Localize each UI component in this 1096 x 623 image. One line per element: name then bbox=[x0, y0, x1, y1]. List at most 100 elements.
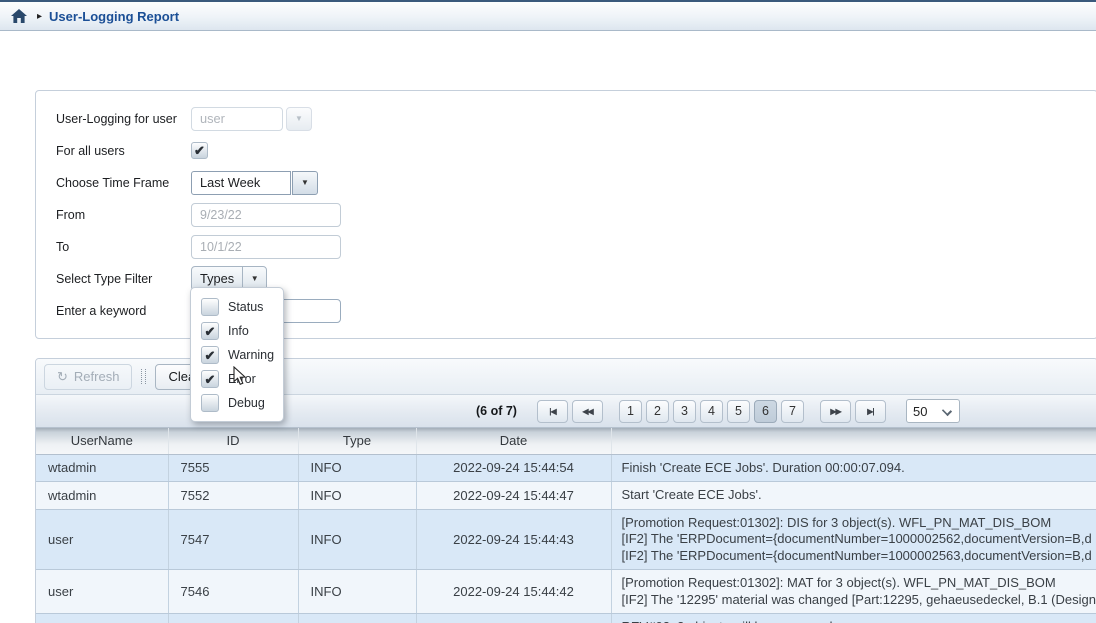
cell-id: 7545 bbox=[168, 614, 298, 623]
from-date-input bbox=[191, 203, 341, 227]
type-option-label: Info bbox=[228, 324, 249, 338]
cell-id: 7546 bbox=[168, 570, 298, 614]
page-report: (6 of 7) bbox=[476, 404, 517, 418]
type-option-status[interactable]: Status bbox=[191, 295, 283, 319]
chevron-down-icon bbox=[942, 406, 952, 416]
cell-type: INFO bbox=[298, 614, 416, 623]
previous-page-icon: ◀◀ bbox=[582, 407, 592, 416]
cell-username: user bbox=[36, 570, 168, 614]
form-row-all-users: For all users ✔ bbox=[56, 138, 1096, 163]
cell-date: 2022-09-24 15:44:54 bbox=[416, 454, 611, 482]
user-select-value: user bbox=[191, 107, 283, 131]
cell-username: wtadmin bbox=[36, 482, 168, 510]
refresh-icon: ↻ bbox=[57, 370, 68, 383]
table-row: user 7545 INFO 2022-09-24 15:43:36 REV#0… bbox=[36, 614, 1096, 623]
types-dropdown-panel: Status ✔ Info ✔ Warning ✔ Error Debug bbox=[190, 287, 284, 422]
header-message bbox=[611, 428, 1096, 454]
breadcrumb-separator-icon: ▸ bbox=[37, 11, 42, 22]
table-row: wtadmin 7555 INFO 2022-09-24 15:44:54 Fi… bbox=[36, 454, 1096, 482]
header-username: UserName bbox=[36, 428, 168, 454]
header-id: ID bbox=[168, 428, 298, 454]
error-checkbox[interactable]: ✔ bbox=[201, 370, 219, 388]
toolbar-grip-icon bbox=[141, 369, 146, 384]
check-icon: ✔ bbox=[205, 325, 216, 338]
type-option-info[interactable]: ✔ Info bbox=[191, 319, 283, 343]
breadcrumb-bar: ▸ User-Logging Report bbox=[0, 0, 1096, 31]
cell-id: 7547 bbox=[168, 509, 298, 570]
check-icon: ✔ bbox=[205, 373, 216, 386]
check-icon: ✔ bbox=[205, 349, 216, 362]
cell-type: INFO bbox=[298, 482, 416, 510]
first-page-icon: |◀ bbox=[549, 407, 555, 416]
cell-type: INFO bbox=[298, 509, 416, 570]
refresh-button-label: Refresh bbox=[74, 369, 120, 384]
to-date-input bbox=[191, 235, 341, 259]
page-button-1[interactable]: 1 bbox=[619, 400, 642, 423]
first-page-button[interactable]: |◀ bbox=[537, 400, 568, 423]
timeframe-combobox[interactable]: Last Week ▼ bbox=[191, 171, 318, 195]
log-table: UserName ID Type Date wtadmin 7555 INFO … bbox=[36, 428, 1096, 623]
cell-date: 2022-09-24 15:43:36 bbox=[416, 614, 611, 623]
for-all-users-checkbox[interactable]: ✔ bbox=[191, 142, 208, 159]
table-row: wtadmin 7552 INFO 2022-09-24 15:44:47 St… bbox=[36, 482, 1096, 510]
form-row-from: From bbox=[56, 202, 1096, 227]
cell-message: Finish 'Create ECE Jobs'. Duration 00:00… bbox=[611, 454, 1096, 482]
cell-username: wtadmin bbox=[36, 454, 168, 482]
cell-type: INFO bbox=[298, 570, 416, 614]
cell-type: INFO bbox=[298, 454, 416, 482]
status-checkbox[interactable] bbox=[201, 298, 219, 316]
cell-date: 2022-09-24 15:44:42 bbox=[416, 570, 611, 614]
last-page-icon: ▶| bbox=[867, 407, 873, 416]
type-option-label: Debug bbox=[228, 396, 265, 410]
rows-per-page-select[interactable]: 50 bbox=[906, 399, 960, 423]
cell-date: 2022-09-24 15:44:47 bbox=[416, 482, 611, 510]
type-option-debug[interactable]: Debug bbox=[191, 391, 283, 415]
user-select-dropdown-button: ▼ bbox=[286, 107, 312, 131]
timeframe-value: Last Week bbox=[191, 171, 291, 195]
page-button-7[interactable]: 7 bbox=[781, 400, 804, 423]
chevron-down-icon: ▼ bbox=[301, 178, 309, 187]
next-page-button[interactable]: ▶▶ bbox=[820, 400, 851, 423]
timeframe-label: Choose Time Frame bbox=[56, 176, 191, 190]
cell-username: user bbox=[36, 614, 168, 623]
mouse-cursor-icon bbox=[233, 366, 247, 391]
table-row: user 7546 INFO 2022-09-24 15:44:42 [Prom… bbox=[36, 570, 1096, 614]
keyword-label: Enter a keyword bbox=[56, 304, 191, 318]
user-select-label: User-Logging for user bbox=[56, 112, 191, 126]
last-page-button[interactable]: ▶| bbox=[855, 400, 886, 423]
page-button-3[interactable]: 3 bbox=[673, 400, 696, 423]
chevron-down-icon: ▼ bbox=[295, 114, 303, 123]
refresh-button: ↻ Refresh bbox=[44, 364, 132, 390]
timeframe-dropdown-button[interactable]: ▼ bbox=[292, 171, 318, 195]
form-row-user: User-Logging for user user ▼ bbox=[56, 106, 1096, 131]
next-page-icon: ▶▶ bbox=[830, 407, 840, 416]
page-button-4[interactable]: 4 bbox=[700, 400, 723, 423]
debug-checkbox[interactable] bbox=[201, 394, 219, 412]
page-title: User-Logging Report bbox=[49, 9, 179, 24]
home-icon[interactable] bbox=[11, 9, 27, 24]
form-row-timeframe: Choose Time Frame Last Week ▼ bbox=[56, 170, 1096, 195]
type-option-label: Status bbox=[228, 300, 263, 314]
page-button-5[interactable]: 5 bbox=[727, 400, 750, 423]
previous-page-button[interactable]: ◀◀ bbox=[572, 400, 603, 423]
for-all-users-label: For all users bbox=[56, 144, 191, 158]
cell-message: Start 'Create ECE Jobs'. bbox=[611, 482, 1096, 510]
page-button-6-active[interactable]: 6 bbox=[754, 400, 777, 423]
type-option-label: Warning bbox=[228, 348, 274, 362]
table-header-row: UserName ID Type Date bbox=[36, 428, 1096, 454]
cell-id: 7552 bbox=[168, 482, 298, 510]
info-checkbox[interactable]: ✔ bbox=[201, 322, 219, 340]
type-filter-label: Select Type Filter bbox=[56, 272, 191, 286]
cell-username: user bbox=[36, 509, 168, 570]
type-option-warning[interactable]: ✔ Warning bbox=[191, 343, 283, 367]
table-row: user 7547 INFO 2022-09-24 15:44:43 [Prom… bbox=[36, 509, 1096, 570]
check-icon: ✔ bbox=[194, 144, 205, 157]
cell-date: 2022-09-24 15:44:43 bbox=[416, 509, 611, 570]
rows-per-page-value: 50 bbox=[913, 404, 927, 419]
cell-message: [Promotion Request:01302]: MAT for 3 obj… bbox=[611, 570, 1096, 614]
page-button-2[interactable]: 2 bbox=[646, 400, 669, 423]
form-row-to: To bbox=[56, 234, 1096, 259]
header-type: Type bbox=[298, 428, 416, 454]
warning-checkbox[interactable]: ✔ bbox=[201, 346, 219, 364]
cell-id: 7555 bbox=[168, 454, 298, 482]
